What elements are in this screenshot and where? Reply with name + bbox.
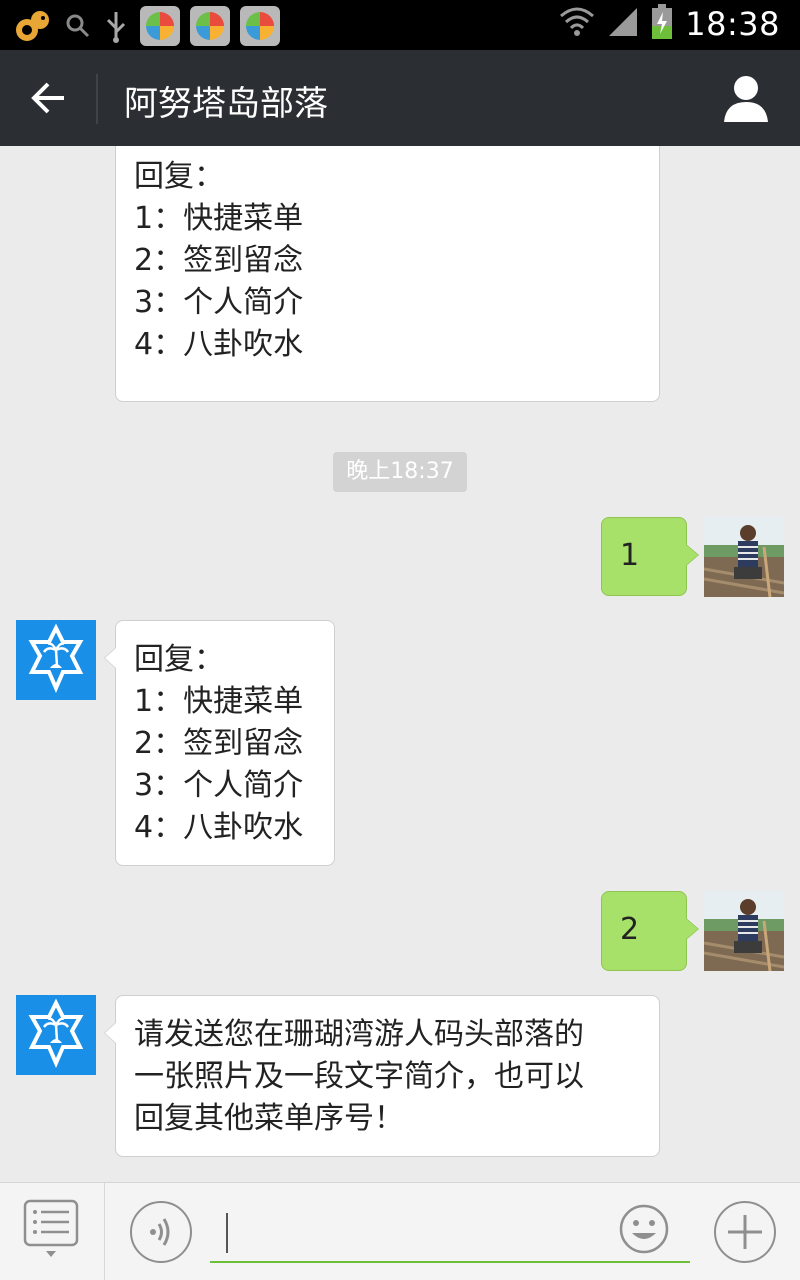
message-line: 4：八卦吹水 — [134, 327, 304, 362]
message-line: 2 — [620, 912, 640, 947]
list-menu-icon — [23, 1199, 79, 1257]
wifi-icon — [559, 6, 595, 42]
person-icon — [724, 76, 768, 122]
system-icons: 18:38 — [559, 4, 780, 44]
message-line: 3：个人简介 — [134, 768, 304, 803]
avatar[interactable] — [704, 891, 784, 971]
message-line: 3：个人简介 — [134, 285, 304, 320]
menu-toggle-button[interactable] — [14, 1197, 88, 1261]
message-bubble[interactable]: 回复： 1：快捷菜单 2：签到留念 3：个人简介 4：八卦吹水 — [115, 146, 660, 402]
avatar[interactable] — [704, 517, 784, 597]
message-bubble[interactable]: 请发送您在珊瑚湾游人码头部落的 一张照片及一段文字简介，也可以 回复其他菜单序号… — [104, 995, 660, 1157]
app-store-icon — [140, 6, 180, 46]
message-line: 请发送您在珊瑚湾游人码头部落的 — [134, 1017, 584, 1052]
message-bubble[interactable]: 回复： 1：快捷菜单 2：签到留念 3：个人简介 4：八卦吹水 — [104, 620, 335, 866]
message-line: 1 — [620, 538, 640, 573]
voice-icon — [150, 1218, 170, 1246]
notification-icons — [12, 6, 280, 46]
back-button[interactable] — [18, 68, 78, 128]
bot-avatar[interactable] — [16, 995, 96, 1075]
search-icon — [64, 12, 92, 40]
clock: 18:38 — [685, 5, 780, 43]
message-line: 回复： — [134, 642, 224, 677]
timestamp: 晚上18:37 — [333, 452, 467, 492]
profile-button[interactable] — [718, 70, 774, 126]
voice-button[interactable] — [130, 1201, 192, 1263]
message-line: 2：签到留念 — [134, 726, 304, 761]
chat-title: 阿努塔岛部落 — [124, 84, 328, 124]
message-line: 一张照片及一段文字简介，也可以 — [134, 1059, 584, 1094]
input-divider — [104, 1183, 105, 1280]
bot-avatar[interactable] — [16, 620, 96, 700]
smiley-icon — [619, 1204, 669, 1254]
app-store-icon — [240, 6, 280, 46]
status-bar: 18:38 — [0, 0, 800, 50]
message-line: 回复其他菜单序号！ — [134, 1101, 404, 1136]
plus-button[interactable] — [714, 1201, 776, 1263]
input-bar — [0, 1182, 800, 1280]
header-divider — [96, 74, 98, 124]
text-caret — [226, 1213, 228, 1253]
message-line: 4：八卦吹水 — [134, 810, 304, 845]
message-line: 回复： — [134, 159, 224, 194]
message-bubble[interactable]: 2 — [601, 891, 699, 971]
island-star-logo — [28, 623, 84, 693]
usb-icon — [102, 8, 130, 44]
arrow-left-icon — [31, 82, 64, 114]
emoji-button[interactable] — [618, 1203, 670, 1255]
uc-browser-squirrel-icon — [12, 6, 54, 46]
chat-area[interactable]: 回复： 1：快捷菜单 2：签到留念 3：个人简介 4：八卦吹水 晚上18:37 … — [0, 146, 800, 1182]
header: 阿努塔岛部落 — [0, 50, 800, 146]
battery-charging-icon — [651, 4, 673, 44]
plus-icon — [728, 1215, 762, 1249]
app-store-icon — [190, 6, 230, 46]
island-star-logo — [28, 998, 84, 1068]
message-line: 1：快捷菜单 — [134, 201, 304, 236]
message-bubble[interactable]: 1 — [601, 517, 699, 596]
message-line: 1：快捷菜单 — [134, 684, 304, 719]
message-line: 2：签到留念 — [134, 243, 304, 278]
signal-icon — [607, 6, 639, 42]
